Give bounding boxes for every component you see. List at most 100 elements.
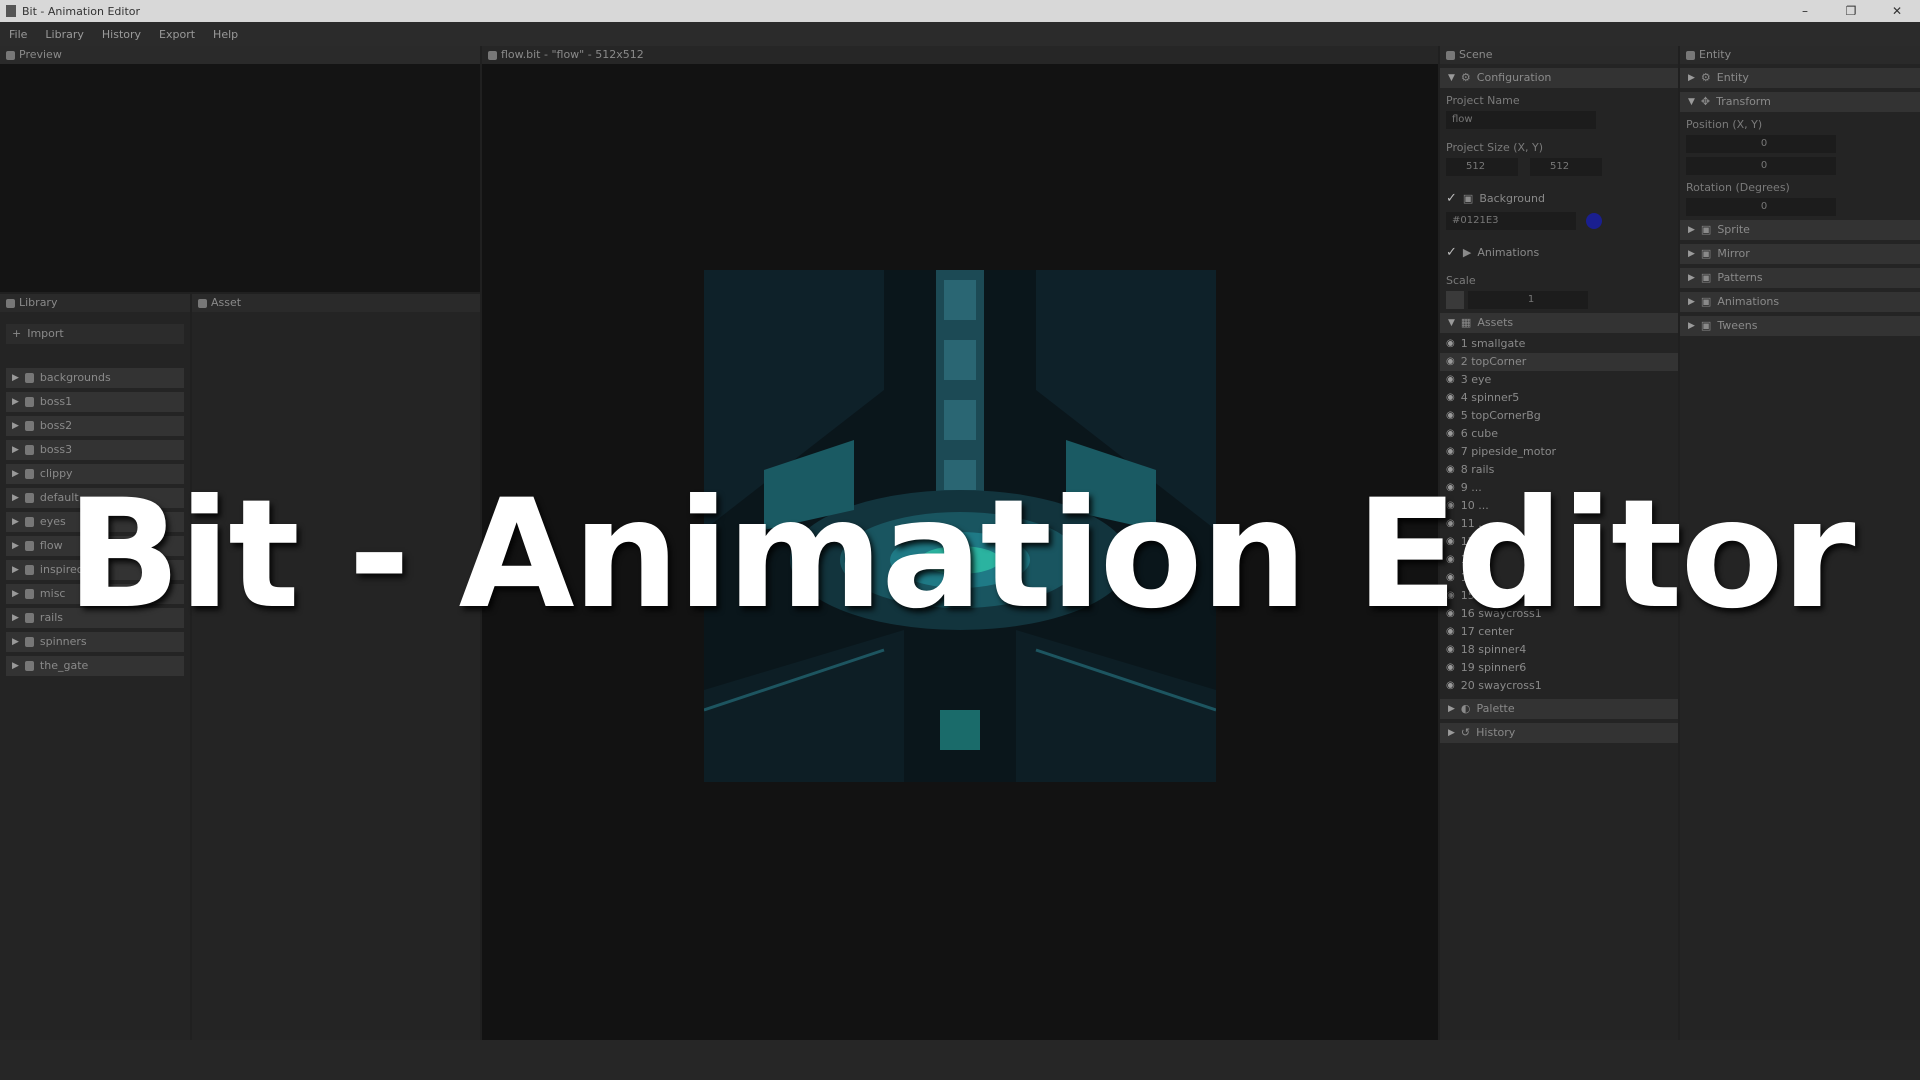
- entity-section[interactable]: ▶ ⚙ Entity: [1680, 68, 1920, 88]
- asset-list-item[interactable]: ◉ 2 topCorner: [1440, 353, 1678, 371]
- menu-help[interactable]: Help: [204, 28, 247, 41]
- entity-title: Entity: [1699, 48, 1732, 61]
- asset-item-label: 7 pipeside_motor: [1460, 445, 1557, 458]
- import-label: Import: [27, 327, 64, 340]
- entity-section-tweens[interactable]: ▶ ▣ Tweens: [1680, 316, 1920, 336]
- library-item-label: the_gate: [39, 659, 89, 672]
- entity-section-patterns[interactable]: ▶ ▣ Patterns: [1680, 268, 1920, 288]
- animations-toggle[interactable]: ✓ ▶ Animations: [1440, 244, 1678, 262]
- statusbar: [0, 1040, 1920, 1080]
- eye-icon[interactable]: ◉: [1446, 677, 1455, 695]
- library-item[interactable]: ▶ the_gate: [6, 656, 184, 676]
- preview-panel: Preview: [0, 46, 480, 292]
- library-item[interactable]: ▶ boss1: [6, 392, 184, 412]
- app-icon: [6, 5, 16, 17]
- eye-icon[interactable]: ◉: [1446, 335, 1455, 353]
- asset-list-item[interactable]: ◉ 7 pipeside_motor: [1440, 443, 1678, 461]
- background-color-row: #0121E3: [1440, 208, 1678, 230]
- entity-sections: ▶ ▣ Sprite ▶ ▣ Mirror ▶ ▣ Patterns ▶ ▣ Animations ▶ ▣…: [1680, 220, 1920, 336]
- eye-icon[interactable]: ◉: [1446, 389, 1455, 407]
- background-hex-field[interactable]: #0121E3: [1446, 212, 1576, 230]
- menubar: File Library History Export Help: [0, 22, 1920, 46]
- entity-section-sprite[interactable]: ▶ ▣ Sprite: [1680, 220, 1920, 240]
- entity-section-label: Animations: [1717, 295, 1780, 308]
- background-toggle[interactable]: ✓ ▣ Background: [1440, 190, 1678, 208]
- eye-icon[interactable]: ◉: [1446, 371, 1455, 389]
- transform-label: Transform: [1716, 95, 1771, 108]
- eye-icon[interactable]: ◉: [1446, 443, 1455, 461]
- film-icon: ▶: [1462, 246, 1472, 259]
- position-label: Position (X, Y): [1686, 118, 1763, 131]
- rotation-field[interactable]: 0: [1686, 198, 1836, 216]
- close-button[interactable]: ✕: [1874, 0, 1920, 22]
- menu-history[interactable]: History: [93, 28, 150, 41]
- library-item[interactable]: ▶ boss2: [6, 416, 184, 436]
- configuration-label: Configuration: [1476, 71, 1552, 84]
- configuration-section[interactable]: ▼ ⚙ Configuration: [1440, 68, 1678, 88]
- entity-section-label: Mirror: [1717, 247, 1750, 260]
- database-icon: [24, 373, 34, 383]
- eye-icon[interactable]: ◉: [1446, 425, 1455, 443]
- palette-icon: ◐: [1460, 702, 1471, 715]
- import-button[interactable]: + Import: [6, 324, 184, 344]
- library-item[interactable]: ▶ backgrounds: [6, 368, 184, 388]
- library-header: Library: [0, 294, 190, 312]
- eye-icon[interactable]: ◉: [1446, 407, 1455, 425]
- position-y-field[interactable]: 0: [1686, 157, 1836, 175]
- asset-list-item[interactable]: ◉ 5 topCornerBg: [1440, 407, 1678, 425]
- project-size-y-field[interactable]: 512: [1530, 158, 1602, 176]
- overlay-title: Bit - Animation Editor: [66, 468, 1855, 642]
- assets-section[interactable]: ▼ ▦ Assets: [1440, 313, 1678, 333]
- scene-header: Scene: [1440, 46, 1678, 64]
- entity-section-label: Patterns: [1717, 271, 1763, 284]
- entity-header: Entity: [1680, 46, 1920, 64]
- preview-title: Preview: [19, 48, 62, 61]
- gear-icon: ⚙: [1700, 71, 1711, 84]
- library-item-label: boss2: [39, 419, 73, 432]
- asset-panel: Asset: [192, 294, 480, 1040]
- restore-button[interactable]: ❐: [1828, 0, 1874, 22]
- scale-field[interactable]: 1: [1468, 291, 1588, 309]
- library-item-label: boss1: [39, 395, 73, 408]
- checkmark-icon: ✓: [1446, 191, 1457, 206]
- project-name-field[interactable]: flow: [1446, 111, 1596, 129]
- asset-list-item[interactable]: ◉ 18 spinner4: [1440, 641, 1678, 659]
- database-icon: [24, 397, 34, 407]
- position-x-field[interactable]: 0: [1686, 135, 1836, 153]
- asset-list-item[interactable]: ◉ 19 spinner6: [1440, 659, 1678, 677]
- asset-list-item[interactable]: ◉ 3 eye: [1440, 371, 1678, 389]
- scene-icon: [1446, 50, 1455, 60]
- menu-library[interactable]: Library: [36, 28, 92, 41]
- asset-item-label: 4 spinner5: [1460, 391, 1520, 404]
- chevron-right-icon: ▶: [1688, 321, 1695, 331]
- menu-export[interactable]: Export: [150, 28, 204, 41]
- transform-section[interactable]: ▼ ✥ Transform: [1680, 92, 1920, 112]
- asset-list-item[interactable]: ◉ 1 smallgate: [1440, 335, 1678, 353]
- eye-icon[interactable]: ◉: [1446, 353, 1455, 371]
- chevron-right-icon: ▶: [1448, 728, 1455, 738]
- asset-list-item[interactable]: ◉ 20 swaycross1: [1440, 677, 1678, 695]
- chevron-right-icon: ▶: [12, 421, 19, 431]
- chevron-right-icon: ▶: [12, 373, 19, 383]
- library-item-label: boss3: [39, 443, 73, 456]
- entity-section-animations[interactable]: ▶ ▣ Animations: [1680, 292, 1920, 312]
- file-icon: [488, 50, 497, 60]
- scale-handle[interactable]: [1446, 291, 1464, 309]
- library-item[interactable]: ▶ boss3: [6, 440, 184, 460]
- asset-item-label: 19 spinner6: [1460, 661, 1527, 674]
- minimize-button[interactable]: –: [1782, 0, 1828, 22]
- history-section[interactable]: ▶ ↺ History: [1440, 723, 1678, 743]
- eye-icon[interactable]: ◉: [1446, 659, 1455, 677]
- background-color-swatch[interactable]: [1586, 213, 1602, 229]
- chevron-right-icon: ▶: [12, 661, 19, 671]
- palette-section[interactable]: ▶ ◐ Palette: [1440, 699, 1678, 719]
- window-title: Bit - Animation Editor: [22, 4, 141, 18]
- chevron-right-icon: ▶: [1688, 73, 1695, 83]
- menu-file[interactable]: File: [0, 28, 36, 41]
- project-size-x-field[interactable]: 512: [1446, 158, 1518, 176]
- entity-section-mirror[interactable]: ▶ ▣ Mirror: [1680, 244, 1920, 264]
- asset-list-item[interactable]: ◉ 4 spinner5: [1440, 389, 1678, 407]
- asset-list-item[interactable]: ◉ 6 cube: [1440, 425, 1678, 443]
- asset-item-label: 20 swaycross1: [1460, 679, 1542, 692]
- eye-icon[interactable]: ◉: [1446, 641, 1455, 659]
